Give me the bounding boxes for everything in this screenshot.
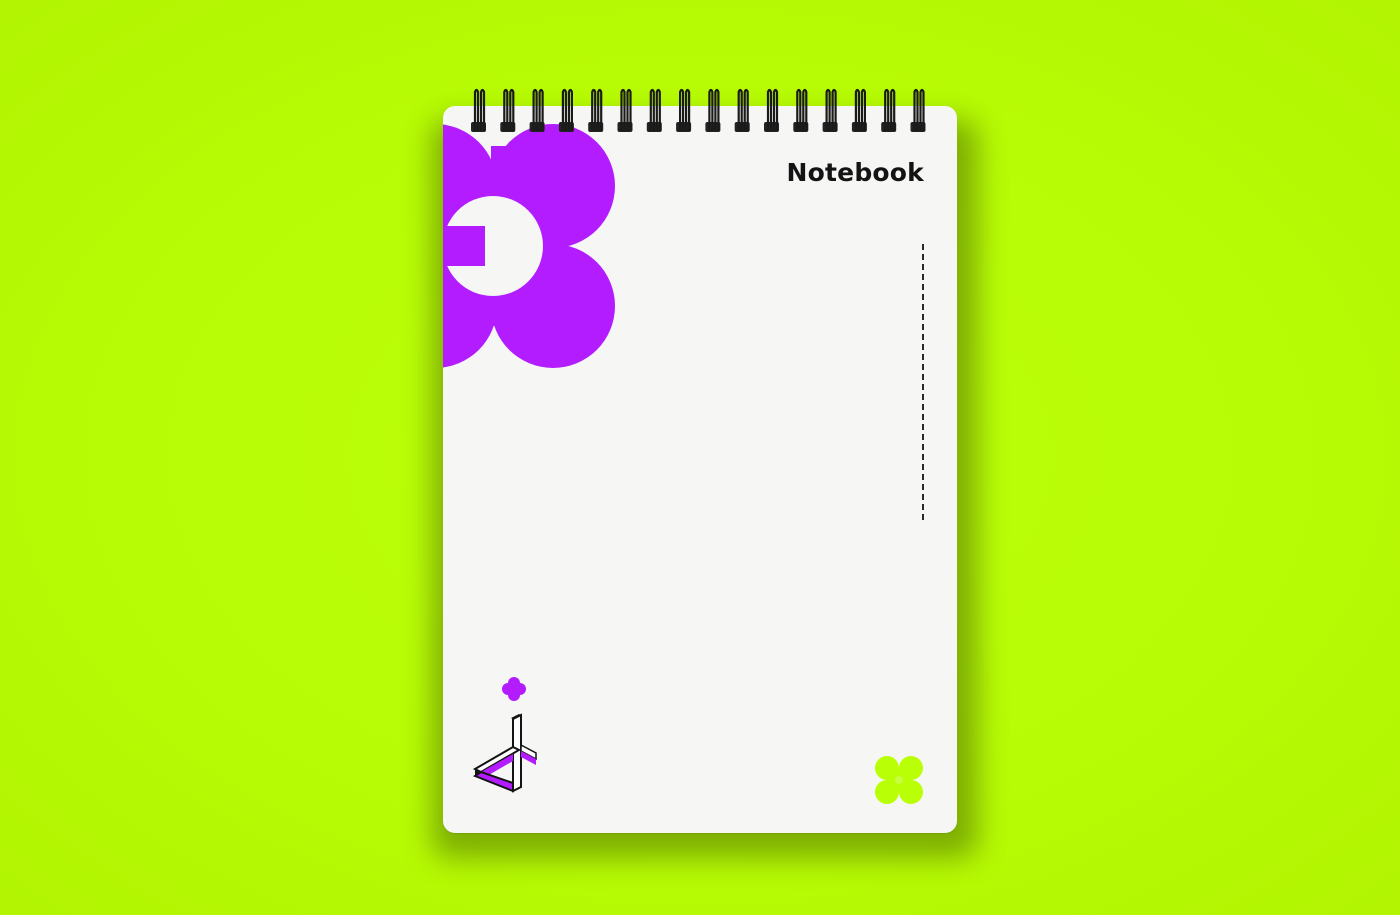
binding-ring [734,88,750,132]
isometric-logo-mark [473,677,537,793]
binding-ring [500,88,516,132]
binding-ring [558,88,574,132]
page-title: Notebook [786,158,924,187]
binding-ring [822,88,838,132]
notebook-cover: Notebook [443,106,957,833]
dashed-divider [922,244,924,520]
binding-ring [881,88,897,132]
binding-ring [910,88,926,132]
spiral-binding [471,88,926,132]
isometric-shape [473,713,537,793]
binding-ring [705,88,721,132]
green-clover-icon [875,756,923,804]
purple-clover-icon [502,677,526,701]
binding-ring [617,88,633,132]
binding-ring [588,88,604,132]
binding-ring [764,88,779,132]
binding-ring [676,88,692,132]
purple-flower-shape [443,124,615,368]
binding-ring [793,88,809,132]
binding-ring [646,88,662,132]
binding-ring [851,88,867,132]
binding-ring [471,88,486,132]
binding-ring [529,88,545,132]
